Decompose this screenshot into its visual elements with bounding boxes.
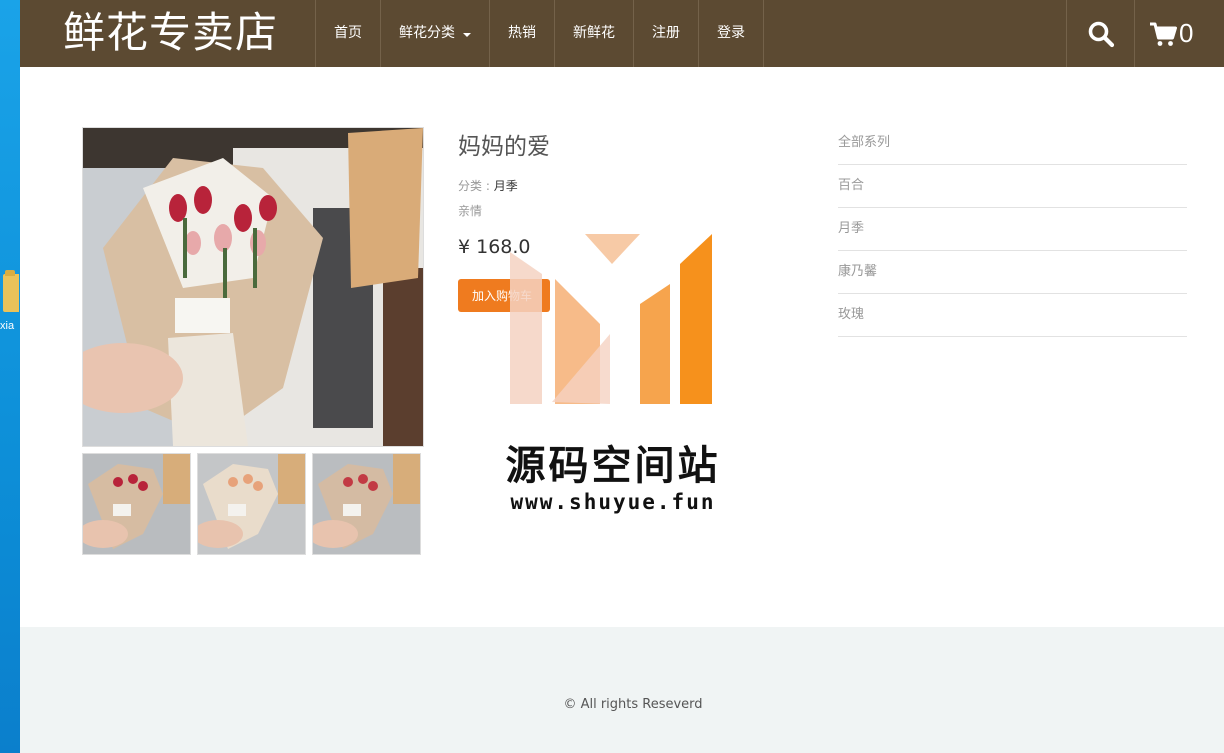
- category-item-all[interactable]: 全部系列: [838, 122, 1187, 165]
- category-sidebar: 全部系列 百合 月季 康乃馨 玫瑰: [838, 122, 1187, 337]
- cart-count: 0: [1179, 18, 1194, 48]
- thumbnail-3[interactable]: [312, 453, 421, 555]
- nav-categories-dropdown[interactable]: 鲜花分类: [380, 0, 489, 67]
- thumbnail-2[interactable]: [197, 453, 306, 555]
- category-label: 分类 :: [458, 179, 490, 193]
- bouquet-photo: [83, 128, 423, 446]
- thumbnail-strip: [82, 453, 421, 555]
- cart-icon: [1150, 22, 1177, 46]
- category-item-rose-china[interactable]: 月季: [838, 208, 1187, 251]
- cart-button[interactable]: 0: [1134, 0, 1224, 67]
- nav-new-label: 新鲜花: [573, 25, 615, 41]
- nav-categories-label: 鲜花分类: [399, 25, 455, 41]
- site-header: 鲜花专卖店 首页 鲜花分类 热销 新鲜花 注册 登录 0: [20, 0, 1224, 67]
- nav-login-label: 登录: [717, 25, 745, 41]
- category-item-carnation[interactable]: 康乃馨: [838, 251, 1187, 294]
- site-footer: © All rights Reseverd: [20, 627, 1224, 753]
- nav-register[interactable]: 注册: [633, 0, 698, 67]
- product-main-image[interactable]: [82, 127, 424, 447]
- nav-login[interactable]: 登录: [698, 0, 764, 67]
- main-nav: 首页 鲜花分类 热销 新鲜花 注册 登录: [315, 0, 764, 67]
- brand-logo[interactable]: 鲜花专卖店: [63, 6, 278, 60]
- thumbnail-1[interactable]: [82, 453, 191, 555]
- copyright-text: © All rights Reseverd: [563, 697, 703, 712]
- nav-register-label: 注册: [652, 25, 680, 41]
- watermark-text: 源码空间站: [505, 443, 721, 489]
- caret-down-icon: [463, 32, 471, 37]
- product-category: 分类 : 月季: [458, 177, 518, 194]
- thumbnail-photo: [83, 454, 190, 554]
- search-icon: [1088, 21, 1114, 47]
- nav-home[interactable]: 首页: [315, 0, 380, 67]
- product-tag: 亲情: [458, 204, 483, 218]
- desktop-folder-icon[interactable]: [3, 270, 19, 312]
- search-button[interactable]: [1066, 0, 1134, 67]
- category-item-rose[interactable]: 玫瑰: [838, 294, 1187, 337]
- category-link[interactable]: 月季: [494, 179, 518, 193]
- watermark-url: www.shuyue.fun: [510, 490, 716, 514]
- nav-new[interactable]: 新鲜花: [554, 0, 633, 67]
- header-actions: 0: [1066, 0, 1224, 67]
- category-item-lily[interactable]: 百合: [838, 165, 1187, 208]
- nav-hot-label: 热销: [508, 25, 536, 41]
- nav-hot[interactable]: 热销: [489, 0, 554, 67]
- desktop-folder-label: xia: [0, 320, 15, 332]
- product-title: 妈妈的爱: [458, 134, 550, 160]
- desktop-background: [0, 0, 20, 753]
- thumbnail-photo: [198, 454, 305, 554]
- thumbnail-photo: [313, 454, 420, 554]
- nav-home-label: 首页: [334, 25, 362, 41]
